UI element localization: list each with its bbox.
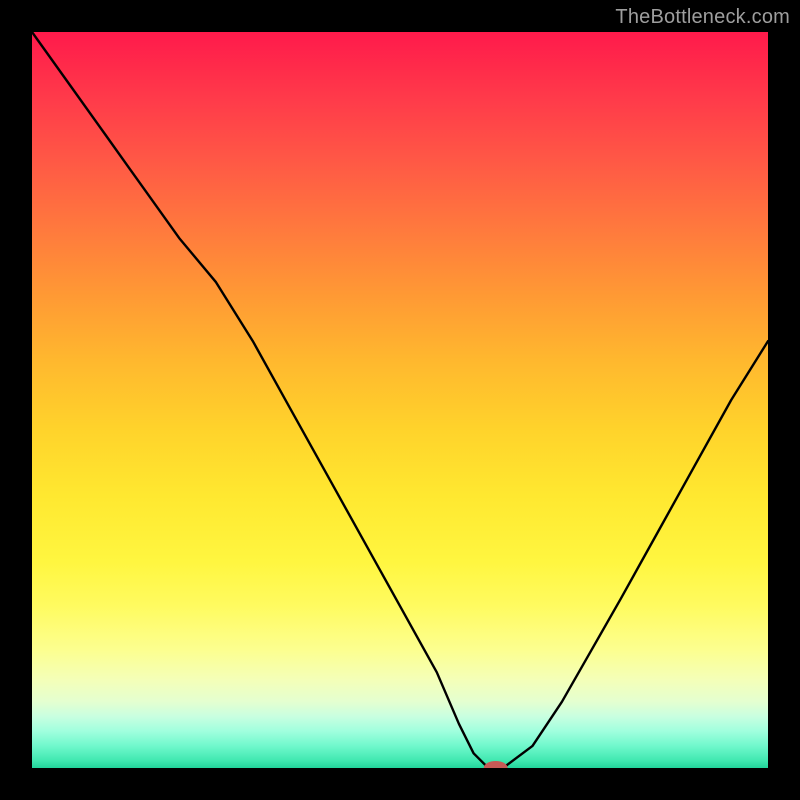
watermark-text: TheBottleneck.com <box>615 6 790 29</box>
optimum-marker <box>484 761 508 768</box>
bottleneck-curve <box>32 32 768 768</box>
bottleneck-chart <box>32 32 768 768</box>
plot-area <box>32 32 768 768</box>
chart-frame: TheBottleneck.com <box>0 0 800 800</box>
